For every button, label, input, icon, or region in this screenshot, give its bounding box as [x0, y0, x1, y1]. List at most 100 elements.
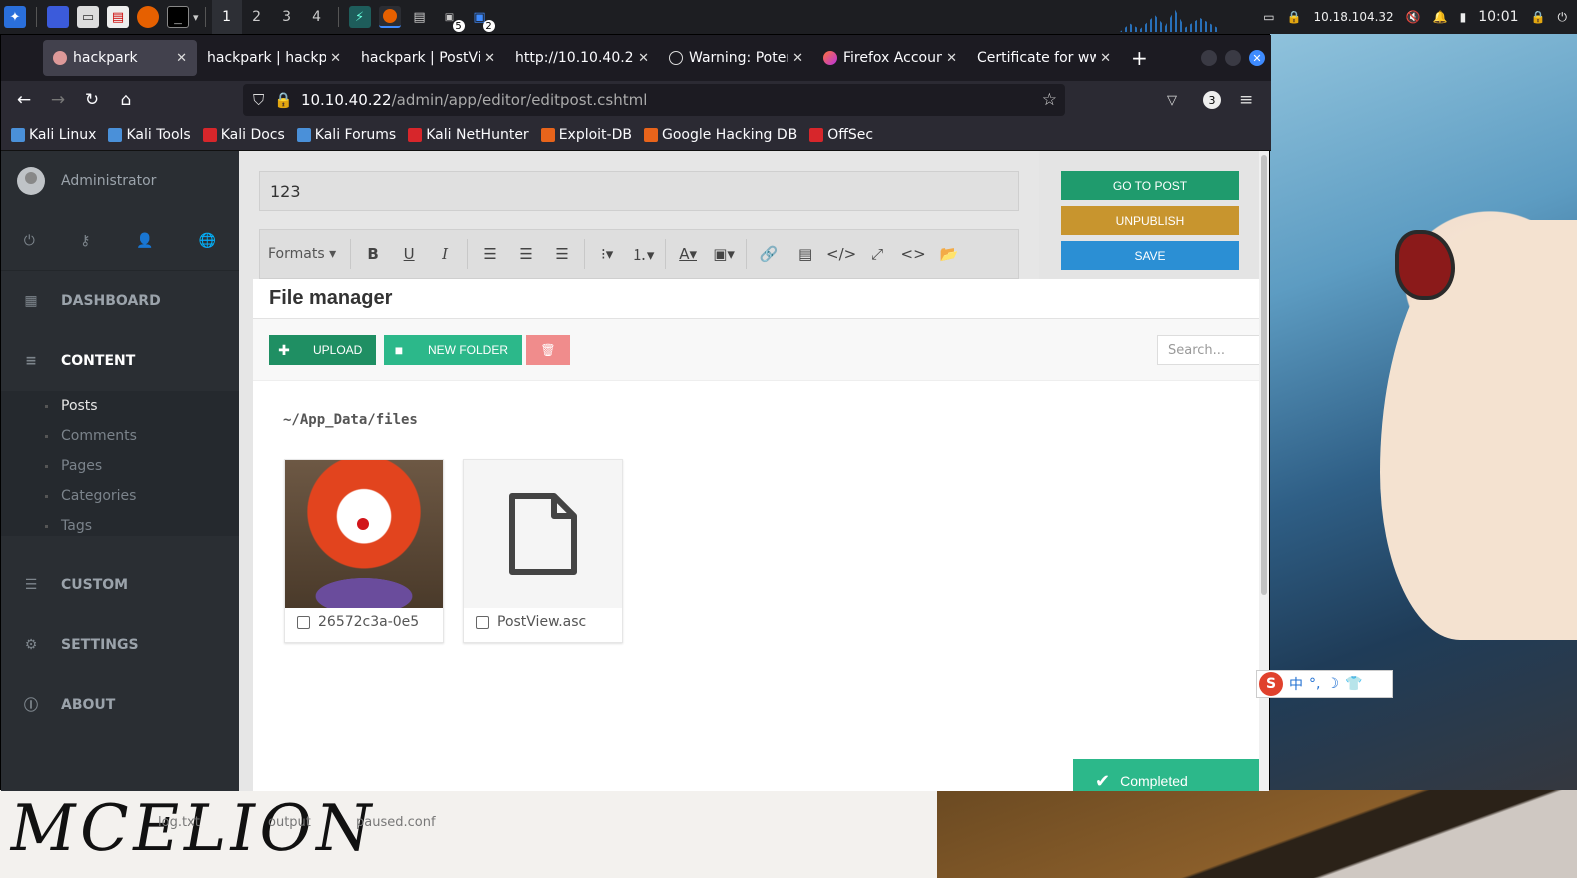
- scrollbar-thumb[interactable]: [1261, 155, 1267, 595]
- subnav-posts[interactable]: Posts: [1, 391, 239, 421]
- source-code-icon[interactable]: <>: [895, 245, 931, 263]
- user-profile[interactable]: Administrator: [1, 151, 239, 211]
- key-icon[interactable]: ⚷: [80, 233, 90, 249]
- tab-http[interactable]: http://10.10.40.22/✕: [505, 40, 659, 76]
- menu-icon[interactable]: ≡: [1239, 90, 1253, 110]
- align-right-icon[interactable]: ☰: [544, 245, 580, 263]
- close-icon[interactable]: ✕: [946, 51, 957, 66]
- tab-hackpark[interactable]: hackpark ✕: [43, 40, 197, 76]
- file-manager-icon[interactable]: ▭: [77, 6, 99, 28]
- workspace-1[interactable]: 1: [211, 0, 242, 34]
- bookmark-kali-nethunter[interactable]: Kali NetHunter: [408, 127, 529, 143]
- close-icon[interactable]: ✕: [638, 51, 649, 66]
- file-card[interactable]: PostView.asc: [463, 459, 623, 643]
- vpn-lock-icon[interactable]: 🔒: [1287, 10, 1302, 24]
- desktop-icon[interactable]: [47, 6, 69, 28]
- power-icon[interactable]: ⏻: [1558, 10, 1568, 25]
- bookmark-kali-docs[interactable]: Kali Docs: [202, 127, 285, 143]
- pocket-icon[interactable]: ▽: [1167, 93, 1177, 108]
- go-to-post-button[interactable]: GO TO POST: [1061, 171, 1239, 200]
- nav-content[interactable]: ≡ CONTENT: [1, 331, 239, 391]
- nav-settings[interactable]: ⚙ SETTINGS: [1, 615, 239, 675]
- app-window-icon[interactable]: ⚡: [348, 6, 371, 28]
- shield-icon[interactable]: ⛉: [253, 91, 264, 109]
- align-center-icon[interactable]: ☰: [508, 245, 544, 263]
- user-icon[interactable]: 👤: [136, 233, 153, 249]
- firefox-icon[interactable]: [137, 6, 159, 28]
- subnav-tags[interactable]: Tags: [1, 511, 239, 541]
- home-icon[interactable]: ⌂: [109, 90, 143, 110]
- file-card[interactable]: 26572c3a-0e5: [284, 459, 444, 643]
- align-left-icon[interactable]: ☰: [472, 245, 508, 263]
- upload-button[interactable]: ✚ UPLOAD: [269, 335, 377, 365]
- image-thumbnail[interactable]: [285, 460, 443, 608]
- display-icon[interactable]: ▭: [1263, 10, 1274, 24]
- tab-postview[interactable]: hackpark | PostView✕: [351, 40, 505, 76]
- moon-icon[interactable]: ☽: [1326, 676, 1339, 692]
- reload-icon[interactable]: ↻: [75, 90, 109, 110]
- clock[interactable]: 10:01: [1478, 9, 1518, 25]
- code-icon[interactable]: </>: [823, 245, 859, 263]
- subnav-pages[interactable]: Pages: [1, 451, 239, 481]
- chevron-down-icon[interactable]: ▾: [193, 11, 199, 24]
- tab-certificate[interactable]: Certificate for www✕: [967, 40, 1121, 76]
- nav-dashboard[interactable]: ▦ DASHBOARD: [1, 271, 239, 331]
- file-checkbox[interactable]: [297, 615, 310, 629]
- bookmark-offsec[interactable]: OffSec: [809, 127, 873, 143]
- close-icon[interactable]: ✕: [1100, 51, 1111, 66]
- forward-icon[interactable]: →: [41, 90, 75, 110]
- nav-custom[interactable]: ☰ CUSTOM: [1, 555, 239, 615]
- workspace-2[interactable]: 2: [242, 0, 272, 34]
- bookmark-kali-linux[interactable]: Kali Linux: [11, 127, 96, 143]
- tab-firefox-account[interactable]: Firefox Account ✕: [813, 40, 967, 76]
- unpublish-button[interactable]: UNPUBLISH: [1061, 206, 1239, 235]
- text-editor-icon[interactable]: ▤: [107, 6, 129, 28]
- maximize-button[interactable]: [1225, 50, 1241, 66]
- tab-hackpark-2[interactable]: hackpark | hackpark✕: [197, 40, 351, 76]
- ime-toolbar[interactable]: S 中 °, ☽ 👕: [1256, 670, 1393, 698]
- back-icon[interactable]: ←: [7, 90, 41, 110]
- tab-warning[interactable]: Warning: Potential ✕: [659, 40, 813, 76]
- desktop-file-log[interactable]: log.txt: [158, 815, 200, 830]
- formats-dropdown[interactable]: Formats ▾: [268, 246, 336, 262]
- media-icon[interactable]: ▤: [787, 245, 823, 263]
- workspace-3[interactable]: 3: [272, 0, 302, 34]
- save-button[interactable]: SAVE: [1061, 241, 1239, 270]
- background-color-icon[interactable]: ▣▾: [706, 245, 742, 263]
- bookmark-exploit-db[interactable]: Exploit-DB: [540, 127, 632, 143]
- bookmark-kali-tools[interactable]: Kali Tools: [108, 127, 191, 143]
- underline-icon[interactable]: U: [391, 245, 427, 263]
- desktop-file-paused-conf[interactable]: paused.conf: [356, 815, 436, 830]
- bookmark-google-hacking-db[interactable]: Google Hacking DB: [643, 127, 797, 143]
- lock-icon[interactable]: 🔒: [274, 91, 293, 109]
- subnav-comments[interactable]: Comments: [1, 421, 239, 451]
- terminal-window-icon[interactable]: ▣ 5: [439, 6, 465, 32]
- chinese-mode-icon[interactable]: 中: [1289, 674, 1303, 694]
- bold-icon[interactable]: B: [355, 245, 391, 263]
- battery-icon[interactable]: ▮: [1460, 10, 1467, 24]
- new-tab-button[interactable]: +: [1131, 46, 1148, 70]
- folder-open-icon[interactable]: 📂: [931, 245, 967, 263]
- terminal-icon[interactable]: _: [167, 6, 189, 28]
- close-icon[interactable]: ✕: [484, 51, 495, 66]
- skin-icon[interactable]: 👕: [1345, 676, 1362, 692]
- nav-about[interactable]: ⓘ ABOUT: [1, 675, 239, 735]
- fullscreen-icon[interactable]: ⤢: [859, 245, 895, 263]
- text-color-icon[interactable]: A▾: [670, 245, 706, 263]
- sogou-icon[interactable]: S: [1259, 672, 1283, 696]
- file-checkbox[interactable]: [476, 615, 489, 629]
- desktop-file-output[interactable]: output: [268, 815, 311, 830]
- close-icon[interactable]: ✕: [330, 51, 341, 66]
- document-thumbnail[interactable]: [464, 460, 622, 608]
- search-input[interactable]: Search...: [1157, 335, 1261, 365]
- bookmark-kali-forums[interactable]: Kali Forums: [296, 127, 396, 143]
- bell-icon[interactable]: 🔔: [1433, 10, 1448, 24]
- workspace-4[interactable]: 4: [302, 0, 332, 34]
- close-icon[interactable]: ✕: [792, 51, 803, 66]
- power-icon[interactable]: ⏻: [24, 233, 35, 249]
- extension-badge[interactable]: 3: [1203, 91, 1221, 109]
- new-folder-button[interactable]: ■ NEW FOLDER: [384, 335, 523, 365]
- minimize-button[interactable]: [1201, 50, 1217, 66]
- lock-icon[interactable]: 🔒: [1531, 10, 1546, 24]
- window-group-icon[interactable]: ▣ 2: [469, 6, 495, 32]
